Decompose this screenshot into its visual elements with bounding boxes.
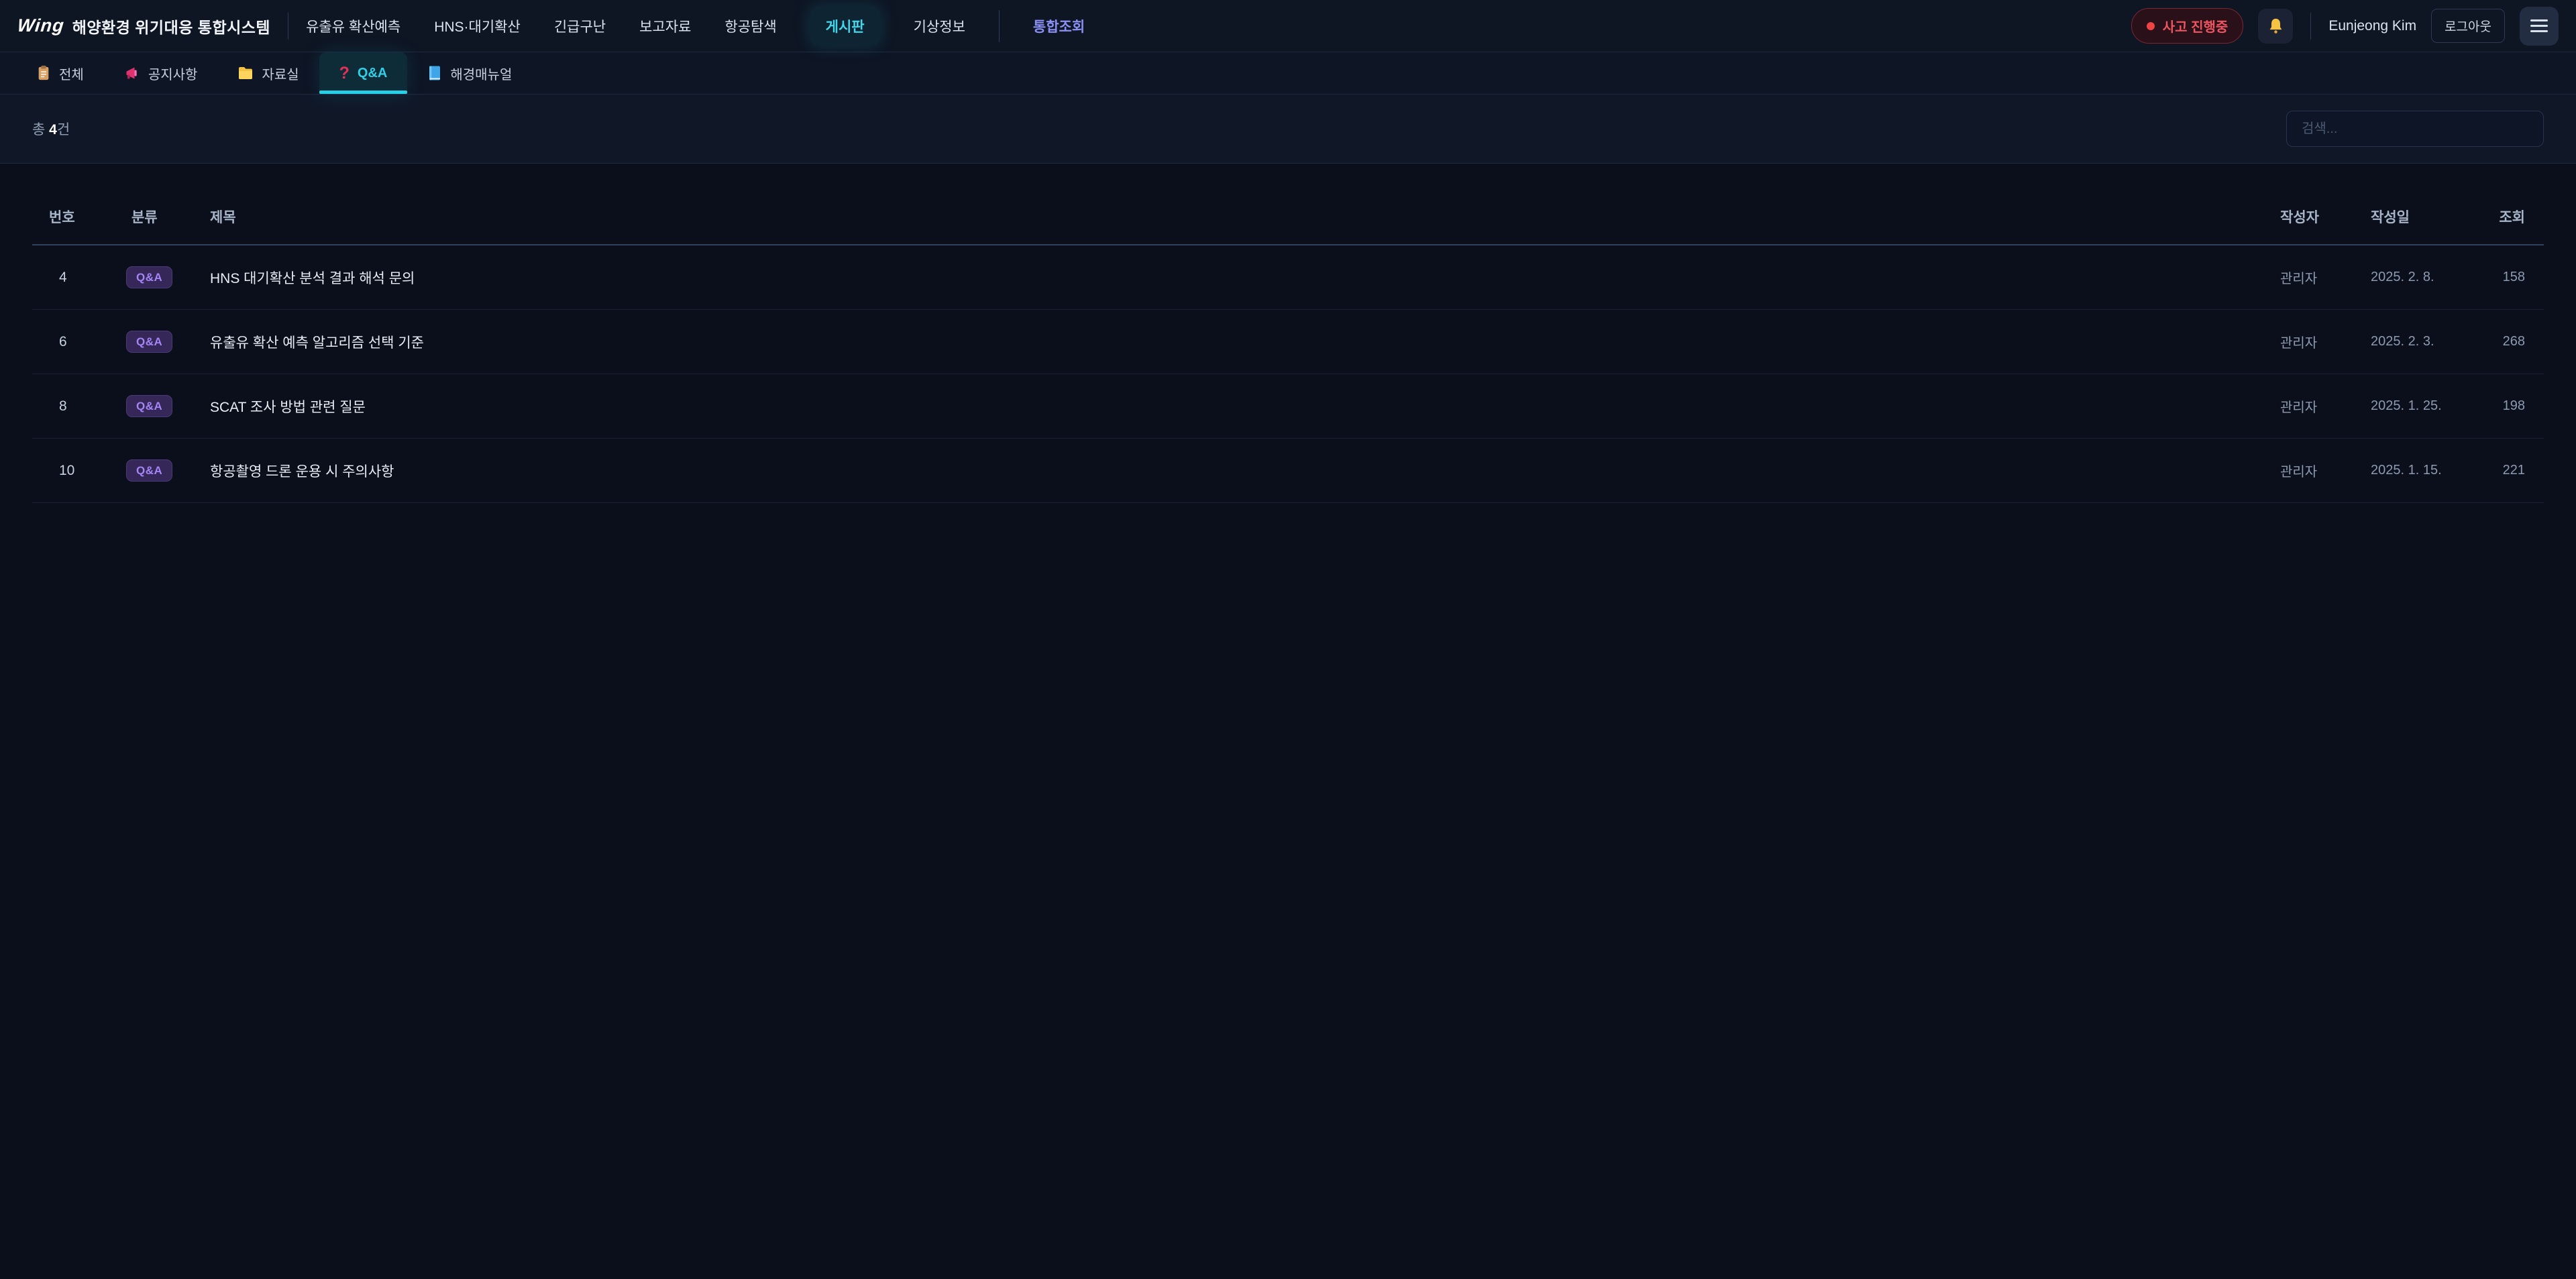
hamburger-menu-button[interactable]	[2520, 7, 2559, 46]
post-title-link[interactable]: SCAT 조사 방법 관련 질문	[210, 374, 2280, 439]
table-header-row: 번호 분류 제목 작성자 작성일 조회	[32, 188, 2544, 245]
nav-item-board-active[interactable]: 게시판	[810, 7, 880, 46]
clipboard-icon	[36, 65, 51, 81]
logout-button[interactable]: 로그아웃	[2431, 9, 2505, 43]
top-navigation-bar: Wing 해양환경 위기대응 통합시스템 유출유 확산예측 HNS·대기확산 긴…	[0, 0, 2576, 52]
nav-item-reports[interactable]: 보고자료	[639, 16, 691, 36]
column-header-views: 조회	[2478, 188, 2544, 245]
nav-item-integrated-search[interactable]: 통합조회	[1033, 16, 1085, 36]
search-input[interactable]	[2286, 111, 2544, 147]
topbar-right-cluster: 사고 진행중 Eunjeong Kim 로그아웃	[2131, 7, 2559, 46]
column-header-category: 분류	[126, 188, 210, 245]
blue-book-icon	[427, 65, 442, 81]
category-badge: Q&A	[126, 459, 172, 482]
post-title-link[interactable]: 유출유 확산 예측 알고리즘 선택 기준	[210, 310, 2280, 374]
tab-resources[interactable]: 자료실	[217, 52, 319, 94]
board-tab-bar: 전체 공지사항 자료실 ? Q&A	[0, 52, 2576, 95]
tab-qna-label: Q&A	[358, 66, 387, 81]
category-badge: Q&A	[126, 395, 172, 417]
category-badge: Q&A	[126, 266, 172, 288]
column-header-no: 번호	[32, 188, 126, 245]
post-title-link[interactable]: 항공촬영 드론 운용 시 주의사항	[210, 439, 2280, 503]
bell-icon	[2267, 17, 2285, 35]
tab-manual-label: 해경매뉴얼	[450, 64, 512, 83]
incident-badge-label: 사고 진행중	[2163, 16, 2229, 36]
main-nav: 유출유 확산예측 HNS·대기확산 긴급구난 보고자료 항공탐색 게시판 기상정…	[306, 7, 1085, 46]
nav-item-hns[interactable]: HNS·대기확산	[434, 16, 521, 36]
nav-item-weather[interactable]: 기상정보	[914, 16, 965, 36]
column-header-author: 작성자	[2280, 188, 2371, 245]
divider	[2310, 13, 2311, 40]
notification-button[interactable]	[2258, 9, 2293, 44]
table-row[interactable]: 8 Q&A SCAT 조사 방법 관련 질문 관리자 2025. 1. 25. …	[32, 374, 2544, 439]
table-row[interactable]: 4 Q&A HNS 대기확산 분석 결과 해석 문의 관리자 2025. 2. …	[32, 245, 2544, 310]
tab-manual[interactable]: 해경매뉴얼	[407, 52, 532, 94]
tab-notices[interactable]: 공지사항	[104, 52, 218, 94]
tab-notices-label: 공지사항	[148, 64, 198, 83]
category-badge: Q&A	[126, 331, 172, 353]
nav-item-oil-spill[interactable]: 유출유 확산예측	[306, 16, 400, 36]
app-title: 해양환경 위기대응 통합시스템	[72, 15, 270, 38]
folder-icon	[237, 66, 254, 80]
table-row[interactable]: 6 Q&A 유출유 확산 예측 알고리즘 선택 기준 관리자 2025. 2. …	[32, 310, 2544, 374]
tab-all-label: 전체	[59, 64, 84, 83]
incident-dot-icon	[2147, 22, 2155, 30]
question-mark-icon: ?	[339, 65, 350, 82]
total-count-number: 4	[49, 122, 57, 137]
nav-divider	[999, 10, 1000, 42]
post-title-link[interactable]: HNS 대기확산 분석 결과 해석 문의	[210, 245, 2280, 310]
board-content: 번호 분류 제목 작성자 작성일 조회 4 Q&A HNS 대기확산 분석 결과…	[0, 164, 2576, 503]
nav-item-aerial-search[interactable]: 항공탐색	[724, 16, 776, 36]
incident-status-badge[interactable]: 사고 진행중	[2131, 8, 2244, 44]
table-row[interactable]: 10 Q&A 항공촬영 드론 운용 시 주의사항 관리자 2025. 1. 15…	[32, 439, 2544, 503]
tab-qna-active[interactable]: ? Q&A	[319, 52, 408, 94]
logo-mark: Wing	[16, 15, 65, 36]
tab-all[interactable]: 전체	[16, 52, 104, 94]
qna-table: 번호 분류 제목 작성자 작성일 조회 4 Q&A HNS 대기확산 분석 결과…	[32, 188, 2544, 503]
column-header-date: 작성일	[2371, 188, 2478, 245]
app-logo[interactable]: Wing 해양환경 위기대응 통합시스템	[17, 15, 270, 38]
tab-resources-label: 자료실	[262, 64, 299, 83]
hamburger-menu-icon	[2530, 19, 2548, 21]
user-name: Eunjeong Kim	[2328, 18, 2416, 34]
total-count: 총 4건	[32, 119, 70, 139]
nav-item-rescue[interactable]: 긴급구난	[554, 16, 606, 36]
list-toolbar: 총 4건	[0, 95, 2576, 164]
megaphone-icon	[124, 65, 140, 81]
column-header-title: 제목	[210, 188, 2280, 245]
